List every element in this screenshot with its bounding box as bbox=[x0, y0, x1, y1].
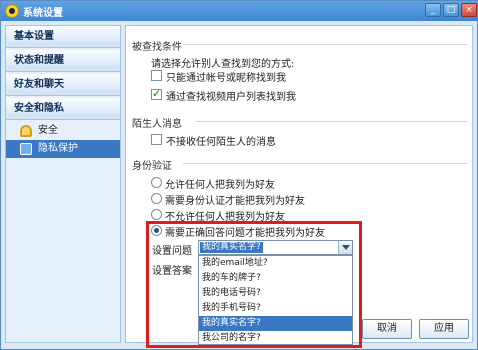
section-title-stranger: 陌生人消息 bbox=[132, 119, 182, 130]
apply-button[interactable]: 应用 bbox=[419, 319, 469, 339]
maximize-button[interactable]: □ bbox=[443, 3, 459, 17]
checkbox-reject-stranger[interactable] bbox=[151, 134, 162, 145]
highlight-annotation bbox=[146, 221, 362, 348]
radio-allow-anyone[interactable] bbox=[151, 177, 162, 188]
sidebar-section-friends[interactable]: 好友和聊天 bbox=[6, 74, 120, 96]
qq-logo-icon bbox=[5, 4, 19, 18]
section-title-verification: 身份验证 bbox=[132, 161, 172, 172]
sidebar-section-status[interactable]: 状态和提醒 bbox=[6, 50, 120, 72]
checkbox-label: 通过查找视频用户列表找到我 bbox=[166, 92, 296, 103]
settings-window: 系统设置 _ □ × 基本设置 状态和提醒 好友和聊天 安全和隐私 安全 隐私保… bbox=[0, 0, 478, 350]
lock-icon bbox=[20, 125, 32, 137]
checkbox-video-user-list[interactable] bbox=[151, 87, 162, 100]
radio-deny-all[interactable] bbox=[151, 209, 162, 220]
window-title: 系统设置 bbox=[23, 8, 63, 19]
privacy-icon bbox=[20, 143, 32, 155]
checkbox-label: 不接收任何陌生人的消息 bbox=[166, 137, 276, 148]
sidebar-item-privacy[interactable]: 隐私保护 bbox=[6, 140, 120, 158]
checkbox-account-nickname[interactable] bbox=[151, 70, 162, 81]
checkbox-label: 只能通过帐号或昵称找到我 bbox=[166, 73, 286, 84]
sidebar-item-security[interactable]: 安全 bbox=[6, 122, 120, 140]
sidebar-item-label: 安全 bbox=[38, 125, 58, 136]
radio-label: 需要身份认证才能把我列为好友 bbox=[165, 196, 305, 207]
radio-label: 允许任何人把我列为好友 bbox=[165, 180, 275, 191]
minimize-button[interactable]: _ bbox=[425, 3, 441, 17]
title-bar: 系统设置 _ □ × bbox=[1, 1, 477, 21]
section-divider bbox=[183, 44, 467, 45]
sidebar-item-label: 隐私保护 bbox=[38, 143, 78, 154]
radio-need-auth[interactable] bbox=[151, 193, 162, 204]
sidebar: 基本设置 状态和提醒 好友和聊天 安全和隐私 安全 隐私保护 bbox=[5, 25, 121, 343]
section-divider bbox=[196, 121, 467, 122]
sidebar-section-security-privacy[interactable]: 安全和隐私 bbox=[6, 98, 120, 120]
section-title-searchable: 被查找条件 bbox=[132, 42, 182, 53]
searchable-prompt: 请选择允许别人查找到您的方式: bbox=[151, 59, 295, 70]
close-button[interactable]: × bbox=[461, 3, 477, 17]
cancel-button[interactable]: 取消 bbox=[362, 319, 412, 339]
section-divider bbox=[183, 163, 467, 164]
sidebar-section-basic[interactable]: 基本设置 bbox=[6, 26, 120, 48]
